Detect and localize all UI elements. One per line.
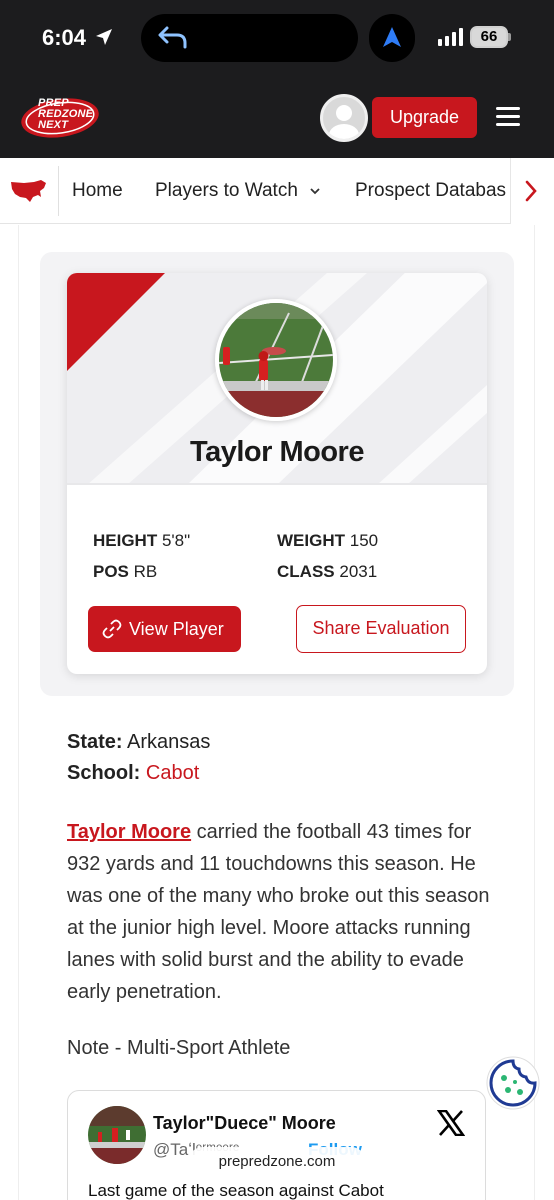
us-map-icon[interactable]: [10, 178, 48, 204]
school-link[interactable]: Cabot: [146, 762, 199, 784]
stat-position: POS RB: [93, 562, 158, 581]
logo-text: PREP REDZONE NEXT: [38, 97, 94, 131]
signal-icon: [438, 28, 463, 46]
nav-players-label: Players to Watch: [155, 180, 298, 201]
evaluation-note: Note - Multi-Sport Athlete: [67, 1037, 291, 1059]
cookie-icon[interactable]: [486, 1056, 540, 1110]
battery-icon: 66: [470, 26, 508, 48]
nav-players-to-watch[interactable]: Players to Watch: [155, 180, 321, 202]
chevron-right-icon: [525, 180, 537, 202]
x-logo-icon[interactable]: [437, 1110, 465, 1136]
tweet-avatar[interactable]: [88, 1106, 146, 1164]
main-nav: Home Players to Watch Prospect Databas: [0, 158, 554, 224]
chevron-down-icon: [310, 188, 320, 195]
tweet-author-name[interactable]: Taylor"Duece" Moore: [153, 1113, 336, 1134]
player-name-link[interactable]: Taylor Moore: [67, 821, 191, 843]
player-card: Taylor Moore HEIGHT 5'8" WEIGHT 150 POS …: [67, 273, 487, 674]
player-photo: [215, 299, 337, 421]
evaluation-paragraph: Taylor Moore carried the football 43 tim…: [67, 821, 490, 1003]
view-player-label: View Player: [129, 619, 224, 639]
school-line: School: Cabot: [67, 762, 200, 784]
back-arrow-icon[interactable]: [157, 24, 189, 50]
view-player-button[interactable]: View Player: [88, 606, 241, 652]
hamburger-menu-icon[interactable]: [496, 107, 520, 127]
player-card-header: Taylor Moore: [67, 273, 487, 485]
site-header: 6:04 66 PREP REDZONE NEXT Upgrade: [0, 0, 554, 158]
navigation-arrow-icon: [383, 27, 401, 47]
state-line: State: Arkansas: [67, 731, 211, 753]
player-name: Taylor Moore: [190, 436, 364, 468]
user-silhouette-icon: [329, 105, 359, 139]
stat-class: CLASS 2031: [277, 562, 378, 581]
status-time: 6:04: [42, 25, 87, 50]
nav-home[interactable]: Home: [72, 180, 123, 202]
stat-weight: WEIGHT 150: [277, 531, 379, 550]
column-border-left: [18, 225, 19, 1200]
share-evaluation-button[interactable]: Share Evaluation: [296, 605, 466, 653]
nav-divider: [58, 166, 59, 216]
nav-prospect-database[interactable]: Prospect Databas: [355, 180, 506, 202]
upgrade-button[interactable]: Upgrade: [372, 97, 477, 138]
stat-height: HEIGHT 5'8": [93, 531, 191, 550]
location-arrow-icon: [96, 29, 112, 45]
link-icon: [102, 619, 122, 639]
column-border-right: [534, 225, 535, 1200]
user-avatar[interactable]: [320, 94, 368, 142]
nav-scroll-right[interactable]: [510, 158, 554, 224]
embedded-tweet[interactable]: Taylor"Duece" Moore @Taʻlᵒʳᵐᵒᵒʳᵉ Follow …: [67, 1090, 486, 1200]
battery-nub: [508, 33, 511, 41]
tweet-text: Last game of the season against Cabot: [88, 1181, 384, 1200]
browser-url-pill[interactable]: prepredzone.com: [188, 1147, 366, 1177]
